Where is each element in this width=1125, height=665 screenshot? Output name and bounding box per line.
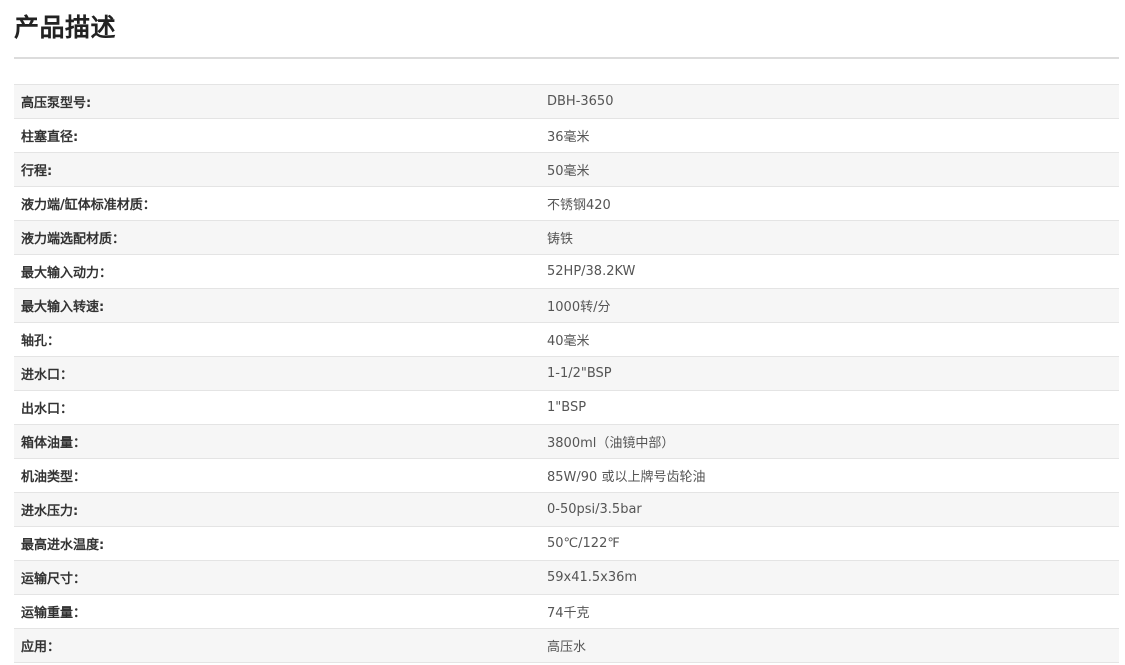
spec-value: 1000转/分 bbox=[540, 288, 1119, 323]
table-row: 运输重量： 74千克 bbox=[14, 594, 1119, 629]
spec-label: 箱体油量： bbox=[14, 424, 540, 459]
spec-label: 最大输入动力： bbox=[14, 254, 540, 289]
spec-value: 85W/90 或以上牌号齿轮油 bbox=[540, 458, 1119, 493]
spec-value: DBH-3650 bbox=[540, 84, 1119, 119]
spec-table: 高压泵型号: DBH-3650 柱塞直径: 36毫米 行程: 50毫米 液力端/… bbox=[14, 84, 1119, 663]
spec-label: 液力端/缸体标准材质： bbox=[14, 186, 540, 221]
spec-value: 铸铁 bbox=[540, 220, 1119, 255]
spec-value: 52HP/38.2KW bbox=[540, 254, 1119, 289]
spec-value: 3800ml（油镜中部） bbox=[540, 424, 1119, 459]
spec-value: 40毫米 bbox=[540, 322, 1119, 357]
spec-label: 进水压力: bbox=[14, 492, 540, 527]
spec-value: 1"BSP bbox=[540, 390, 1119, 425]
spec-label: 轴孔： bbox=[14, 322, 540, 357]
spec-value: 59x41.5x36m bbox=[540, 560, 1119, 595]
spec-label: 高压泵型号: bbox=[14, 84, 540, 119]
spec-label: 最高进水温度: bbox=[14, 526, 540, 561]
table-row: 最高进水温度: 50℃/122℉ bbox=[14, 526, 1119, 561]
table-row: 箱体油量： 3800ml（油镜中部） bbox=[14, 424, 1119, 459]
table-row: 最大输入转速: 1000转/分 bbox=[14, 288, 1119, 323]
table-row: 柱塞直径: 36毫米 bbox=[14, 118, 1119, 153]
table-row: 进水压力: 0-50psi/3.5bar bbox=[14, 492, 1119, 527]
table-row: 液力端/缸体标准材质： 不锈钢420 bbox=[14, 186, 1119, 221]
spec-label: 液力端选配材质： bbox=[14, 220, 540, 255]
table-row: 最大输入动力： 52HP/38.2KW bbox=[14, 254, 1119, 289]
table-row: 进水口： 1-1/2"BSP bbox=[14, 356, 1119, 391]
table-row: 液力端选配材质： 铸铁 bbox=[14, 220, 1119, 255]
table-row: 行程: 50毫米 bbox=[14, 152, 1119, 187]
spec-value: 50℃/122℉ bbox=[540, 526, 1119, 561]
table-row: 轴孔： 40毫米 bbox=[14, 322, 1119, 357]
spec-value: 高压水 bbox=[540, 628, 1119, 663]
spec-label: 应用： bbox=[14, 628, 540, 663]
spec-value: 36毫米 bbox=[540, 118, 1119, 153]
table-row: 出水口： 1"BSP bbox=[14, 390, 1119, 425]
spec-value: 不锈钢420 bbox=[540, 186, 1119, 221]
spec-table-body: 高压泵型号: DBH-3650 柱塞直径: 36毫米 行程: 50毫米 液力端/… bbox=[14, 84, 1119, 663]
table-row: 应用： 高压水 bbox=[14, 628, 1119, 663]
spec-label: 出水口： bbox=[14, 390, 540, 425]
spec-value: 0-50psi/3.5bar bbox=[540, 492, 1119, 527]
title-divider bbox=[14, 57, 1119, 59]
spec-label: 柱塞直径: bbox=[14, 118, 540, 153]
spec-label: 最大输入转速: bbox=[14, 288, 540, 323]
table-row: 高压泵型号: DBH-3650 bbox=[14, 84, 1119, 119]
spec-label: 运输重量： bbox=[14, 594, 540, 629]
page-title: 产品描述 bbox=[14, 13, 117, 42]
spec-label: 进水口： bbox=[14, 356, 540, 391]
table-row: 运输尺寸： 59x41.5x36m bbox=[14, 560, 1119, 595]
spec-value: 50毫米 bbox=[540, 152, 1119, 187]
spec-label: 行程: bbox=[14, 152, 540, 187]
spec-label: 运输尺寸： bbox=[14, 560, 540, 595]
spec-label: 机油类型： bbox=[14, 458, 540, 493]
table-row: 机油类型： 85W/90 或以上牌号齿轮油 bbox=[14, 458, 1119, 493]
spec-value: 1-1/2"BSP bbox=[540, 356, 1119, 391]
spec-value: 74千克 bbox=[540, 594, 1119, 629]
